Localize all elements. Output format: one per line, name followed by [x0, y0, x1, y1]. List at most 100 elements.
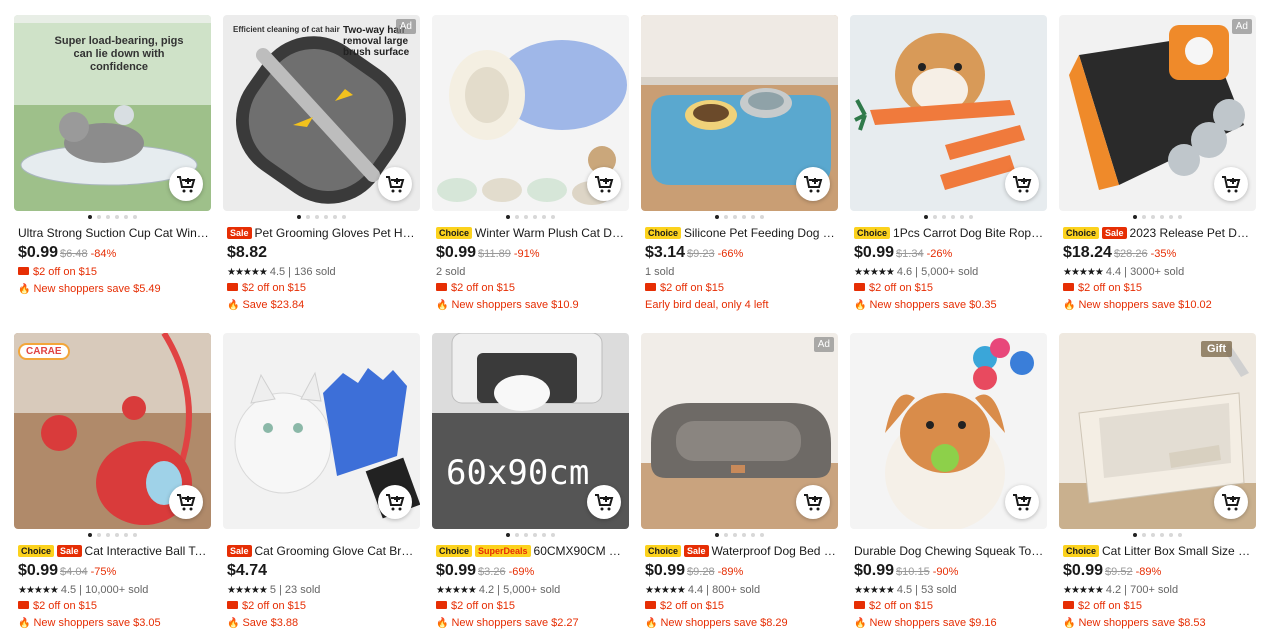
product-image[interactable]: 60x90cm: [432, 333, 629, 529]
product-title[interactable]: Waterproof Dog Bed 60cm Pet Sofa: [712, 544, 837, 558]
coupon-icon: [1063, 283, 1074, 291]
original-price: $3.26: [478, 566, 506, 578]
product-card[interactable]: Ad ChoiceSale2023 Release Pet Dog Repell…: [1059, 15, 1256, 320]
product-card[interactable]: Durable Dog Chewing Squeak Toy Ball $0.9…: [850, 333, 1047, 638]
product-title-row[interactable]: ChoiceSuperDeals60CMX90CM Cat Litter Mat: [436, 543, 628, 559]
product-title[interactable]: Winter Warm Plush Cat Dog Sleeping Bag: [475, 226, 628, 240]
product-title-row[interactable]: Durable Dog Chewing Squeak Toy Ball: [854, 543, 1046, 559]
product-card[interactable]: Super load-bearing, pigs can lie down wi…: [14, 15, 211, 320]
coupon-text: $2 off on $15: [1078, 600, 1143, 612]
promo-line: 🔥 New shoppers save $3.05: [18, 616, 161, 631]
rating-stars-icon: ★★★★★: [436, 585, 477, 596]
flame-icon: 🔥: [854, 618, 867, 629]
product-title-row[interactable]: SaleCat Grooming Glove Cat Brush Deshedd…: [227, 543, 419, 559]
product-card[interactable]: ChoiceSilicone Pet Feeding Dog Cat Mat $…: [641, 15, 838, 320]
choice-badge: Choice: [645, 545, 682, 557]
product-title[interactable]: Silicone Pet Feeding Dog Cat Mat: [684, 226, 837, 240]
product-title-row[interactable]: ChoiceSale2023 Release Pet Dog Repeller: [1063, 225, 1255, 241]
add-to-cart-button[interactable]: [1214, 167, 1248, 201]
sold-line: 1 sold: [645, 266, 675, 278]
product-card[interactable]: Efficient cleaning of cat hair Two-way h…: [223, 15, 420, 320]
add-to-cart-button[interactable]: [378, 167, 412, 201]
add-to-cart-button[interactable]: [796, 485, 830, 519]
image-carousel-dots[interactable]: [1059, 215, 1256, 219]
product-title[interactable]: 1Pcs Carrot Dog Bite Rope Pet Toy: [893, 226, 1046, 240]
cart-plus-icon: [386, 176, 405, 193]
rating-line: ★★★★★ 4.5 | 53 sold: [854, 583, 957, 598]
coupon-icon: [18, 267, 29, 275]
product-image[interactable]: Ad: [641, 333, 838, 529]
product-card[interactable]: CARAE Choice Sale Cat Interactive Ball Toy…: [14, 333, 211, 638]
gift-badge: Gift: [1201, 341, 1232, 357]
product-title-row[interactable]: ChoiceCat Litter Box Small Size Pet Toil…: [1063, 543, 1255, 559]
product-card[interactable]: ChoiceWinter Warm Plush Cat Dog Sleeping…: [432, 15, 629, 320]
product-title[interactable]: Cat Grooming Glove Cat Brush Deshedding: [255, 544, 419, 558]
promo-text: New shoppers save $2.27: [451, 617, 579, 629]
product-title[interactable]: 2023 Release Pet Dog Repeller: [1130, 226, 1255, 240]
product-title-row[interactable]: ChoiceSaleWaterproof Dog Bed 60cm Pet So…: [645, 543, 837, 559]
promo-text: New shoppers save $9.16: [869, 617, 997, 629]
size-caption: 60x90cm: [446, 453, 590, 493]
image-carousel-dots[interactable]: [14, 215, 211, 219]
product-card[interactable]: 60x90cm ChoiceSuperDeals60CMX90CM Cat Li…: [432, 333, 629, 638]
product-title[interactable]: Durable Dog Chewing Squeak Toy Ball: [854, 544, 1046, 558]
product-title-row[interactable]: ChoiceWinter Warm Plush Cat Dog Sleeping…: [436, 225, 628, 241]
product-title[interactable]: Cat Litter Box Small Size Pet Toilet: [1102, 544, 1255, 558]
cart-plus-icon: [1222, 176, 1241, 193]
product-image[interactable]: Ad: [1059, 15, 1256, 211]
image-carousel-dots[interactable]: [432, 533, 629, 537]
add-to-cart-button[interactable]: [1005, 167, 1039, 201]
add-to-cart-button[interactable]: [378, 485, 412, 519]
product-card[interactable]: Ad ChoiceSaleWaterproof Dog Bed 60cm Pet…: [641, 333, 838, 638]
product-title-row[interactable]: Ultra Strong Suction Cup Cat Window Hamm…: [18, 225, 210, 241]
product-image[interactable]: [850, 333, 1047, 529]
image-carousel-dots[interactable]: [641, 215, 838, 219]
image-carousel-dots[interactable]: [223, 215, 420, 219]
add-to-cart-button[interactable]: [1214, 485, 1248, 519]
product-title-row[interactable]: Choice1Pcs Carrot Dog Bite Rope Pet Toy: [854, 225, 1046, 241]
coupon-icon: [18, 601, 29, 609]
rating-stars-icon: ★★★★★: [227, 585, 268, 596]
product-title-row[interactable]: ChoiceSaleCat Interactive Ball Toy, Smar…: [18, 543, 210, 559]
product-title[interactable]: Ultra Strong Suction Cup Cat Window Hamm…: [18, 226, 210, 240]
image-carousel-dots[interactable]: [641, 533, 838, 537]
coupon-icon: [1063, 601, 1074, 609]
product-image[interactable]: Efficient cleaning of cat hair Two-way h…: [223, 15, 420, 211]
image-carousel-dots[interactable]: [14, 533, 211, 537]
image-carousel-dots[interactable]: [1059, 533, 1256, 537]
product-title-row[interactable]: SalePet Grooming Gloves Pet Hair Remover: [227, 225, 419, 241]
choice-badge: Choice: [1063, 227, 1100, 239]
product-title[interactable]: Cat Interactive Ball Toy, Smart Rolling: [85, 544, 210, 558]
product-image[interactable]: Gift: [1059, 333, 1256, 529]
cart-plus-icon: [804, 176, 823, 193]
product-card[interactable]: Gift Choice Cat Litter Box Small Size Pet…: [1059, 333, 1256, 638]
add-to-cart-button[interactable]: [1005, 485, 1039, 519]
add-to-cart-button[interactable]: [169, 485, 203, 519]
ad-badge: Ad: [1231, 19, 1252, 34]
product-card[interactable]: Choice1Pcs Carrot Dog Bite Rope Pet Toy …: [850, 15, 1047, 320]
product-title[interactable]: 60CMX90CM Cat Litter Mat: [534, 544, 628, 558]
product-image[interactable]: CARAE: [14, 333, 211, 529]
original-price: $1.34: [896, 248, 924, 260]
product-card[interactable]: SaleCat Grooming Glove Cat Brush Deshedd…: [223, 333, 420, 638]
product-image[interactable]: [641, 15, 838, 211]
add-to-cart-button[interactable]: [169, 167, 203, 201]
image-carousel-dots[interactable]: [850, 215, 1047, 219]
price: $0.99: [436, 244, 477, 261]
rating-line: ★★★★★ 4.4 | 3000+ sold: [1063, 265, 1184, 280]
add-to-cart-button[interactable]: [587, 485, 621, 519]
add-to-cart-button[interactable]: [796, 167, 830, 201]
product-title-row[interactable]: ChoiceSilicone Pet Feeding Dog Cat Mat: [645, 225, 837, 241]
rating-line: ★★★★★ 4.2 | 700+ sold: [1063, 583, 1178, 598]
promo-text: New shoppers save $10.02: [1078, 299, 1212, 311]
product-image[interactable]: Super load-bearing, pigs can lie down wi…: [14, 15, 211, 211]
image-carousel-dots[interactable]: [432, 215, 629, 219]
product-image[interactable]: [223, 333, 420, 529]
add-to-cart-button[interactable]: [587, 167, 621, 201]
price-row: $0.99 $1.34 -26%: [854, 244, 952, 262]
product-image[interactable]: [432, 15, 629, 211]
product-title[interactable]: Pet Grooming Gloves Pet Hair Remover: [255, 226, 419, 240]
price-row: $8.82: [227, 244, 267, 262]
promo-text: New shoppers save $5.49: [33, 283, 161, 295]
product-image[interactable]: [850, 15, 1047, 211]
